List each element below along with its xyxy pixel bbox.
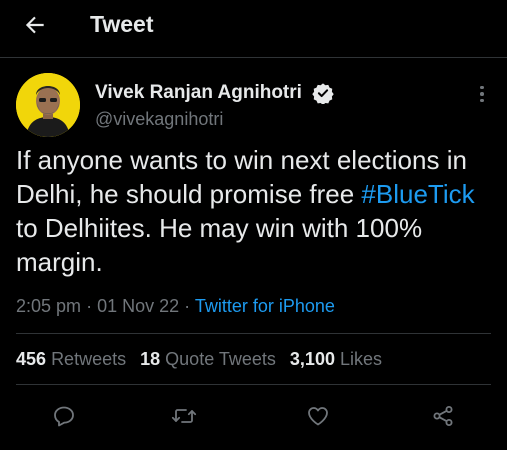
meta-separator: · <box>86 296 93 316</box>
tweet-text-after: to Delhiites. He may win with 100% margi… <box>16 213 423 277</box>
tweet-meta: 2:05 pm · 01 Nov 22 · Twitter for iPhone <box>16 296 335 317</box>
reply-icon[interactable] <box>50 402 78 430</box>
likes-stat[interactable]: 3,100 Likes <box>290 349 382 369</box>
quote-tweets-count: 18 <box>140 349 161 369</box>
tweet-time[interactable]: 2:05 pm <box>16 296 81 316</box>
retweets-label: Retweets <box>51 349 127 369</box>
retweet-icon[interactable] <box>170 402 198 430</box>
quote-tweets-stat[interactable]: 18 Quote Tweets <box>140 349 276 369</box>
likes-label: Likes <box>339 349 383 369</box>
top-bar: Tweet <box>0 0 507 50</box>
share-icon[interactable] <box>429 402 457 430</box>
quote-tweets-label: Quote Tweets <box>165 349 276 369</box>
stats-divider-top <box>16 333 491 334</box>
arrow-left-icon[interactable] <box>22 12 48 38</box>
retweets-stat[interactable]: 456 Retweets <box>16 349 126 369</box>
page-title: Tweet <box>90 11 154 37</box>
tweet-text: If anyone wants to win next elections in… <box>16 143 496 279</box>
stats-divider-bottom <box>16 384 491 385</box>
tweet-source-link[interactable]: Twitter for iPhone <box>195 296 335 316</box>
verified-badge-icon <box>312 82 334 105</box>
engagement-stats: 456 Retweets 18 Quote Tweets 3,100 Likes <box>16 349 391 370</box>
tweet-date[interactable]: 01 Nov 22 <box>97 296 179 316</box>
author-name[interactable]: Vivek Ranjan Agnihotri <box>95 82 302 104</box>
avatar[interactable] <box>16 73 80 137</box>
header-divider <box>0 57 507 58</box>
more-options-icon[interactable] <box>470 82 494 106</box>
meta-separator: · <box>184 296 191 316</box>
like-icon[interactable] <box>304 402 332 430</box>
likes-count: 3,100 <box>289 349 335 369</box>
author-handle[interactable]: @vivekagnihotri <box>95 109 223 130</box>
retweets-count: 456 <box>16 349 47 369</box>
hashtag-link[interactable]: #BlueTick <box>361 179 474 209</box>
